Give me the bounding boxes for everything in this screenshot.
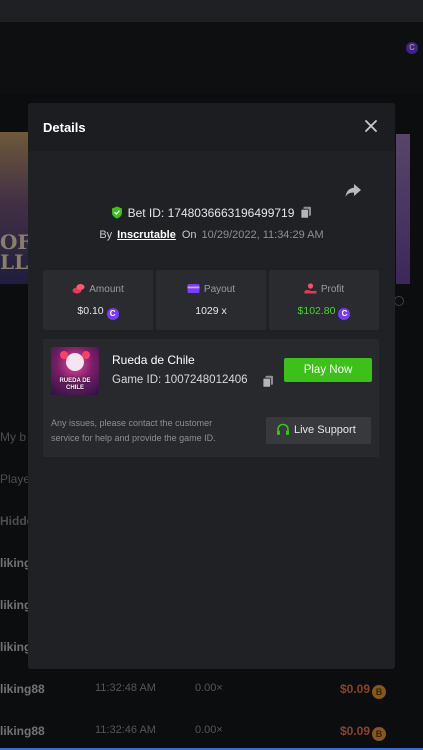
headset-icon <box>277 423 289 435</box>
coins-icon <box>72 284 85 294</box>
game-thumbnail[interactable]: RUEDA DE CHILE <box>51 347 99 395</box>
payout-card: Payout 1029 x <box>156 270 266 330</box>
bet-datetime: 10/29/2022, 11:34:29 AM <box>201 229 324 241</box>
game-id: Game ID: 1007248012406 <box>112 374 248 386</box>
game-name: Rueda de Chile <box>112 353 195 367</box>
support-hint: Any issues, please contact the customer … <box>51 418 216 443</box>
live-support-button[interactable]: Live Support <box>266 417 371 444</box>
play-now-button[interactable]: Play Now <box>284 358 372 382</box>
copy-icon[interactable] <box>262 375 274 388</box>
profit-value: $102.80 C <box>269 305 379 320</box>
share-icon[interactable] <box>344 181 362 199</box>
bet-id-row: Bet ID: 1748036663196499719 <box>28 206 395 220</box>
bet-details-modal: Details Bet ID: 1748036663196499719 By In… <box>28 103 395 669</box>
bet-id: Bet ID: 1748036663196499719 <box>127 206 295 220</box>
by-label: By <box>99 229 113 241</box>
close-icon[interactable] <box>362 117 380 135</box>
payout-label: Payout <box>203 284 236 295</box>
bet-meta-row: By Inscrutable On 10/29/2022, 11:34:29 AM <box>28 229 395 241</box>
live-support-label: Live Support <box>294 424 356 436</box>
modal-title: Details <box>43 120 86 135</box>
profit-label: Profit <box>320 284 345 295</box>
amount-label: Amount <box>89 284 124 295</box>
currency-coin-icon: C <box>106 308 119 320</box>
currency-coin-icon: C <box>338 308 351 320</box>
amount-value: $0.10 C <box>43 305 153 320</box>
wallet-icon <box>187 284 200 293</box>
profit-hand-icon <box>304 283 317 294</box>
payout-value: 1029 x <box>195 305 227 317</box>
verified-shield-icon <box>111 206 122 219</box>
game-card: RUEDA DE CHILE Rueda de Chile Game ID: 1… <box>43 339 379 457</box>
username-link[interactable]: Inscrutable <box>117 229 176 241</box>
profit-card: Profit $102.80 C <box>269 270 379 330</box>
bet-stats: Amount $0.10 C Payout 1029 x Profit $102.… <box>43 270 379 330</box>
thumbnail-title: RUEDA DE CHILE <box>59 378 91 391</box>
copy-icon[interactable] <box>300 206 312 219</box>
modal-header: Details <box>28 103 395 151</box>
amount-card: Amount $0.10 C <box>43 270 153 330</box>
on-label: On <box>181 229 197 241</box>
